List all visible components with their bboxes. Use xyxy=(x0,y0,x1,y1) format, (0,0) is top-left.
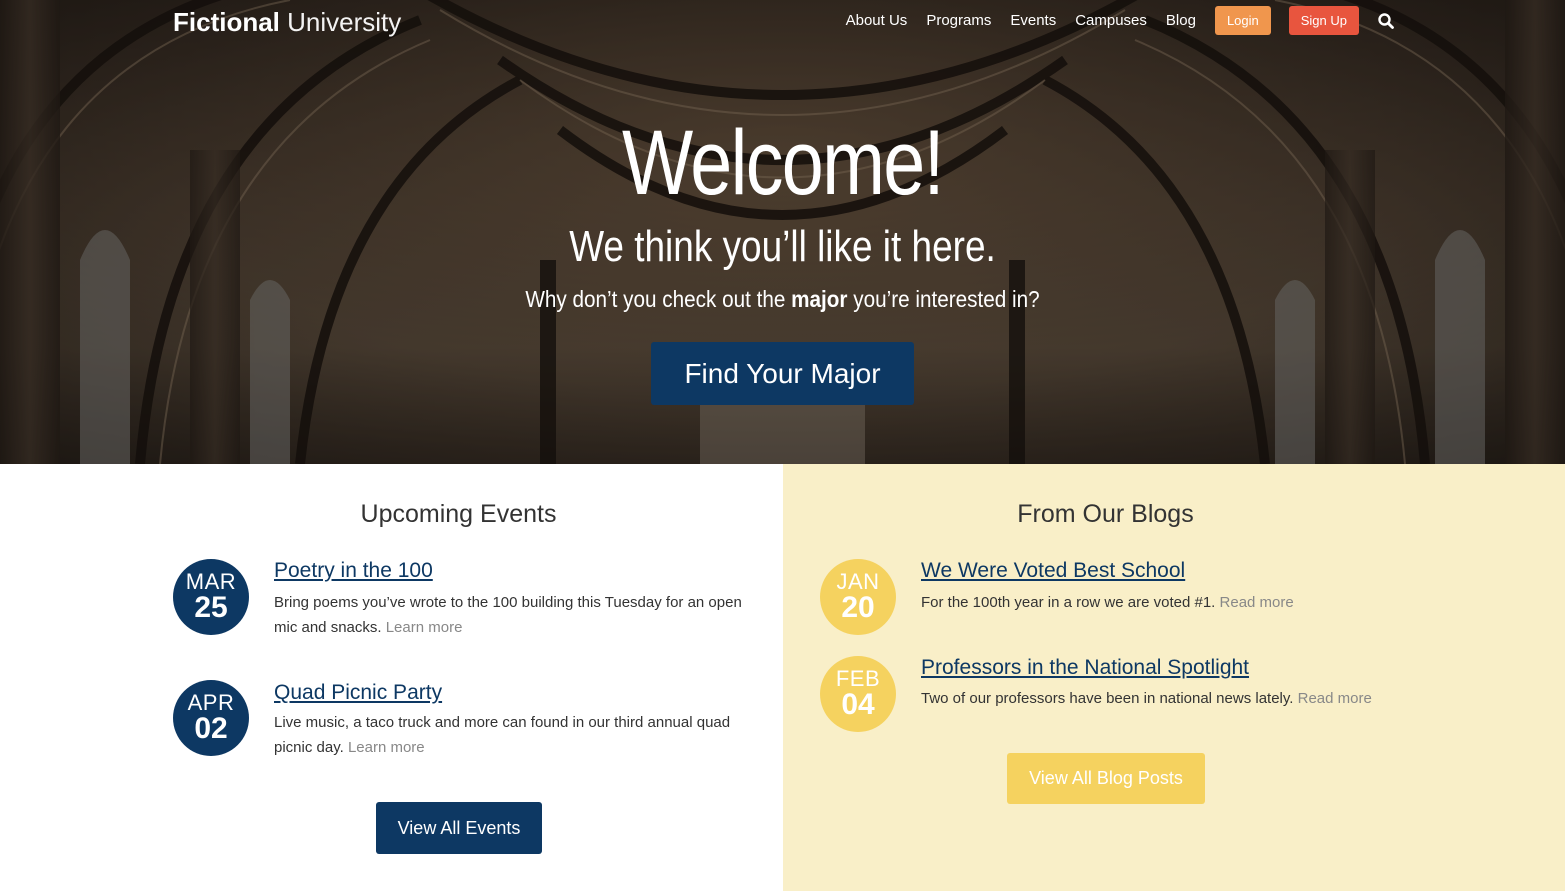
events-heading: Upcoming Events xyxy=(360,500,557,528)
blog-month: JAN xyxy=(836,569,880,594)
event-title[interactable]: Poetry in the 100 xyxy=(274,559,433,583)
hero-section: Fictional University About Us Programs E… xyxy=(0,0,1565,464)
blog-description: Two of our professors have been in natio… xyxy=(921,686,1521,711)
blog-month: FEB xyxy=(835,666,881,691)
search-icon[interactable] xyxy=(1377,12,1395,30)
read-more-link[interactable]: Read more xyxy=(1220,594,1294,611)
view-all-events-button[interactable]: View All Events xyxy=(376,802,542,854)
event-month: APR xyxy=(187,690,235,715)
site-logo[interactable]: Fictional University xyxy=(173,7,401,38)
blog-description: For the 100th year in a row we are voted… xyxy=(921,590,1521,615)
blog-day: 04 xyxy=(841,688,875,721)
hero-content: Welcome! We think you’ll like it here. W… xyxy=(0,108,1565,405)
event-day: 25 xyxy=(194,591,228,624)
learn-more-link[interactable]: Learn more xyxy=(386,619,463,636)
learn-more-link[interactable]: Learn more xyxy=(348,739,425,756)
nav-campuses[interactable]: Campuses xyxy=(1075,6,1147,35)
hero-text-before: Why don’t you check out the xyxy=(525,286,792,312)
hero-text-bold: major xyxy=(791,286,848,312)
read-more-link[interactable]: Read more xyxy=(1298,690,1372,707)
event-desc-text: Bring poems you’ve wrote to the 100 buil… xyxy=(274,594,742,636)
hero-title: Welcome! xyxy=(622,112,945,214)
blog-desc-text: Two of our professors have been in natio… xyxy=(921,690,1294,707)
find-major-button[interactable]: Find Your Major xyxy=(651,342,914,405)
blog-title[interactable]: Professors in the National Spotlight xyxy=(921,656,1249,680)
event-date-badge[interactable]: APR 02 xyxy=(173,680,249,756)
nav-events[interactable]: Events xyxy=(1010,6,1056,35)
blogs-heading: From Our Blogs xyxy=(1017,500,1194,528)
view-all-blog-posts-button[interactable]: View All Blog Posts xyxy=(1007,753,1205,804)
nav-blog[interactable]: Blog xyxy=(1166,6,1196,35)
event-desc-text: Live music, a taco truck and more can fo… xyxy=(274,714,731,756)
blog-date-badge[interactable]: JAN 20 xyxy=(820,559,896,635)
logo-light: University xyxy=(287,7,402,37)
blogs-section: From Our Blogs JAN 20 We Were Voted Best… xyxy=(783,464,1565,891)
main-nav: About Us Programs Events Campuses Blog L… xyxy=(827,6,1395,35)
blog-day: 20 xyxy=(841,591,875,624)
events-section: Upcoming Events MAR 25 Poetry in the 100… xyxy=(0,464,783,891)
event-title[interactable]: Quad Picnic Party xyxy=(274,681,442,705)
blog-date-badge[interactable]: FEB 04 xyxy=(820,656,896,732)
logo-strong: Fictional xyxy=(173,7,280,37)
event-description: Live music, a taco truck and more can fo… xyxy=(274,710,749,760)
site-header: Fictional University About Us Programs E… xyxy=(0,0,1565,44)
nav-about-us[interactable]: About Us xyxy=(846,6,908,35)
event-description: Bring poems you’ve wrote to the 100 buil… xyxy=(274,590,749,640)
blog-title[interactable]: We Were Voted Best School xyxy=(921,559,1185,583)
hero-text: Why don’t you check out the major you’re… xyxy=(78,284,1487,314)
event-month: MAR xyxy=(185,569,237,594)
nav-programs[interactable]: Programs xyxy=(926,6,991,35)
blog-desc-text: For the 100th year in a row we are voted… xyxy=(921,594,1216,611)
event-date-badge[interactable]: MAR 25 xyxy=(173,559,249,635)
event-day: 02 xyxy=(194,712,228,745)
hero-subtitle: We think you’ll like it here. xyxy=(569,222,996,271)
signup-button[interactable]: Sign Up xyxy=(1288,6,1359,35)
login-button[interactable]: Login xyxy=(1214,6,1271,35)
hero-text-after: you’re interested in? xyxy=(847,286,1040,312)
